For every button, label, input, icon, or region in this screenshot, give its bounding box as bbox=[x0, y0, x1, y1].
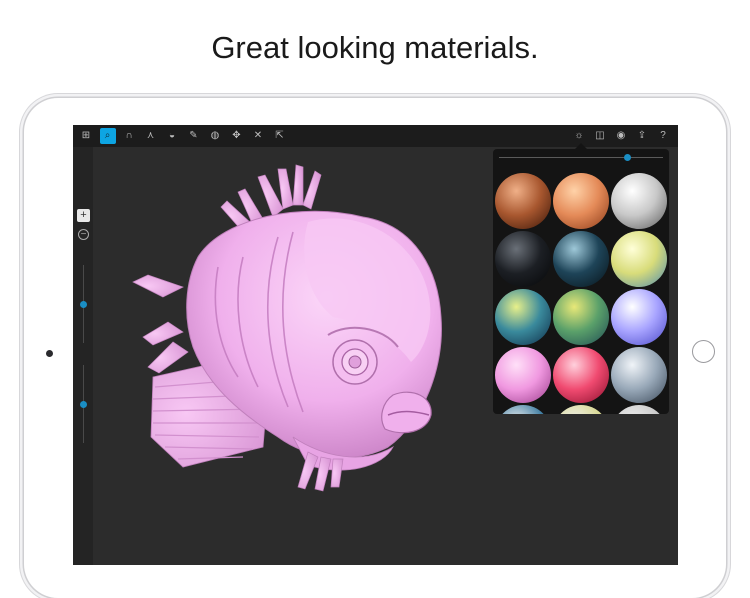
scale-tool-icon[interactable]: ⇱ bbox=[272, 128, 288, 144]
material-silver-blue[interactable] bbox=[611, 347, 667, 403]
share-icon[interactable]: ⇪ bbox=[634, 128, 650, 144]
brush-intensity-knob[interactable] bbox=[80, 401, 87, 408]
material-blue-marble[interactable] bbox=[553, 231, 609, 287]
brush-radius-knob[interactable] bbox=[80, 301, 87, 308]
flatten-tool-icon[interactable]: ◒ bbox=[164, 128, 180, 144]
material-red-pink[interactable] bbox=[553, 347, 609, 403]
material-swatch-partial[interactable] bbox=[611, 405, 667, 414]
material-slider-knob[interactable] bbox=[623, 154, 631, 161]
material-copper[interactable] bbox=[495, 173, 551, 229]
material-pink[interactable] bbox=[495, 347, 551, 403]
magnet-tool-icon[interactable]: ∩ bbox=[121, 128, 137, 144]
material-peach[interactable] bbox=[553, 173, 609, 229]
sphere-tool-icon[interactable]: ◍ bbox=[207, 128, 223, 144]
material-pastel-yellow[interactable] bbox=[611, 231, 667, 287]
material-lavender[interactable] bbox=[611, 289, 667, 345]
move-tool-icon[interactable]: ✥ bbox=[229, 128, 245, 144]
materials-panel bbox=[493, 149, 669, 414]
light-settings-icon[interactable]: ☼ bbox=[571, 128, 587, 144]
material-slider-track[interactable] bbox=[499, 157, 663, 158]
material-black-gloss[interactable] bbox=[495, 231, 551, 287]
top-toolbar: ⊞ ⌕ ∩ ⋏ ◒ ✎ ◍ ✥ ✕ ⇱ ☼ ◫ ◉ ⇪? bbox=[73, 125, 678, 147]
zoom-in-icon[interactable]: + bbox=[77, 209, 90, 222]
pinch-tool-icon[interactable]: ⋏ bbox=[143, 128, 159, 144]
material-white[interactable] bbox=[611, 173, 667, 229]
left-sidebar: + − bbox=[73, 147, 93, 565]
symmetry-icon[interactable]: ◫ bbox=[592, 128, 608, 144]
material-swatch-partial[interactable] bbox=[553, 405, 609, 414]
material-green-yellow[interactable] bbox=[553, 289, 609, 345]
material-swatch-partial[interactable] bbox=[495, 405, 551, 414]
ipad-camera bbox=[46, 350, 53, 357]
zoom-out-icon[interactable]: − bbox=[78, 229, 89, 240]
material-teal-yellow[interactable] bbox=[495, 289, 551, 345]
brush-tool-icon[interactable]: ✎ bbox=[186, 128, 202, 144]
transform-tool-icon[interactable]: ✕ bbox=[250, 128, 266, 144]
help-icon[interactable]: ? bbox=[655, 128, 671, 144]
app-screen: ⊞ ⌕ ∩ ⋏ ◒ ✎ ◍ ✥ ✕ ⇱ ☼ ◫ ◉ ⇪? + − bbox=[73, 125, 678, 565]
grid-menu-icon[interactable]: ⊞ bbox=[78, 128, 94, 144]
view-eye-icon[interactable]: ◉ bbox=[613, 128, 629, 144]
ipad-home-button[interactable] bbox=[692, 340, 715, 363]
headline: Great looking materials. bbox=[211, 30, 539, 65]
search-tool-icon[interactable]: ⌕ bbox=[99, 128, 116, 144]
